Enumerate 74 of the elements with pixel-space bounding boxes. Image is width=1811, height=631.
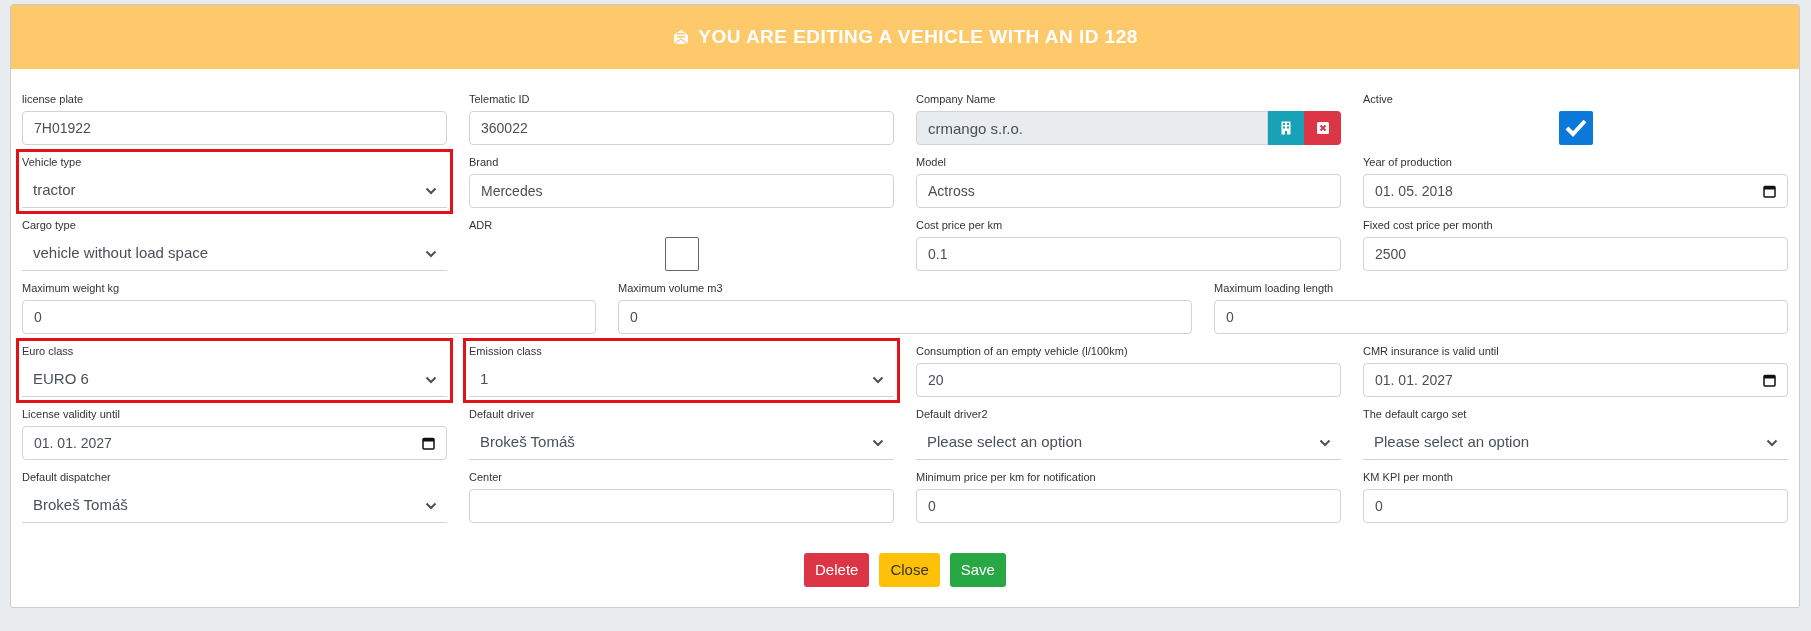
- field-label: license plate: [22, 92, 85, 107]
- chevron-down-icon: [425, 249, 437, 258]
- field-label: Cargo type: [22, 218, 77, 233]
- chevron-down-icon: [425, 501, 437, 510]
- calendar-icon: [1763, 373, 1776, 387]
- envelope-icon: [672, 28, 691, 46]
- field-label: Fixed cost price per month: [1363, 218, 1494, 233]
- field-label: Consumption of an empty vehicle (l/100km): [916, 344, 1129, 359]
- dropdown-select[interactable]: tractor: [22, 174, 447, 208]
- date-field[interactable]: 01. 01. 2027: [22, 426, 447, 460]
- field-label: Maximum volume m3: [618, 281, 724, 296]
- text-field[interactable]: 0: [618, 300, 1192, 334]
- close-icon: [1316, 122, 1329, 134]
- field-label: Maximum weight kg: [22, 281, 121, 296]
- chevron-down-icon: [425, 375, 437, 384]
- date-field[interactable]: 01. 01. 2027: [1363, 363, 1788, 397]
- field-label: KM KPI per month: [1363, 470, 1454, 485]
- text-field[interactable]: Actross: [916, 174, 1341, 208]
- dropdown-select[interactable]: Brokeš Tomáš: [22, 489, 447, 523]
- chevron-down-icon: [872, 438, 884, 447]
- text-field[interactable]: 0: [1363, 489, 1788, 523]
- dropdown-select[interactable]: Please select an option: [916, 426, 1341, 460]
- action-button[interactable]: Close: [879, 553, 940, 587]
- field-label: License validity until: [22, 407, 121, 422]
- chevron-down-icon: [1766, 438, 1778, 447]
- calendar-icon: [422, 436, 435, 450]
- field-label: ADR: [469, 218, 494, 233]
- checkbox[interactable]: [664, 237, 699, 271]
- building-icon: [1281, 121, 1291, 135]
- chevron-down-icon: [872, 375, 884, 384]
- field-label: Telematic ID: [469, 92, 531, 107]
- field-label: Center: [469, 470, 504, 485]
- field-label: Cost price per km: [916, 218, 1004, 233]
- field-label: Model: [916, 155, 947, 170]
- dropdown-select[interactable]: Brokeš Tomáš: [469, 426, 894, 460]
- text-field[interactable]: 7H01922: [22, 111, 447, 145]
- field-label: CMR insurance is valid until: [1363, 344, 1500, 359]
- dropdown-select[interactable]: vehicle without load space: [22, 237, 447, 271]
- text-field[interactable]: 0: [916, 489, 1341, 523]
- text-field[interactable]: 0: [22, 300, 596, 334]
- text-field[interactable]: 20: [916, 363, 1341, 397]
- field-label: Default driver2: [916, 407, 989, 422]
- field-label: Active: [1363, 92, 1394, 107]
- dropdown-select[interactable]: EURO 6: [22, 363, 447, 397]
- header-title: YOU ARE EDITING A VEHICLE WITH AN ID 128: [698, 24, 1138, 49]
- field-label: Euro class: [22, 344, 75, 359]
- text-field[interactable]: 360022: [469, 111, 894, 145]
- dropdown-select[interactable]: 1: [469, 363, 894, 397]
- chevron-down-icon: [1319, 438, 1331, 447]
- text-field[interactable]: 0.1: [916, 237, 1341, 271]
- action-button[interactable]: Delete: [804, 553, 870, 587]
- field-label: Default driver: [469, 407, 536, 422]
- checkmark-icon: [1563, 118, 1588, 138]
- text-field[interactable]: Mercedes: [469, 174, 894, 208]
- company-field[interactable]: crmango s.r.o.: [916, 111, 1268, 145]
- date-field[interactable]: 01. 05. 2018: [1363, 174, 1788, 208]
- field-label: The default cargo set: [1363, 407, 1468, 422]
- field-label: Minimum price per km for notification: [916, 470, 1097, 485]
- field-label: Default dispatcher: [22, 470, 112, 485]
- field-label: Vehicle type: [22, 155, 83, 170]
- field-label: Emission class: [469, 344, 543, 359]
- field-label: Brand: [469, 155, 500, 170]
- text-field[interactable]: [469, 489, 894, 523]
- field-label: Maximum loading length: [1214, 281, 1335, 296]
- dropdown-select[interactable]: Please select an option: [1363, 426, 1788, 460]
- field-label: Company Name: [916, 92, 997, 107]
- company-clear-button[interactable]: [1304, 111, 1341, 145]
- calendar-icon: [1763, 184, 1776, 198]
- field-label: Year of production: [1363, 155, 1453, 170]
- company-pick-button[interactable]: [1268, 111, 1304, 145]
- checkbox[interactable]: [1558, 111, 1593, 145]
- text-field[interactable]: 0: [1214, 300, 1788, 334]
- chevron-down-icon: [425, 186, 437, 195]
- text-field[interactable]: 2500: [1363, 237, 1788, 271]
